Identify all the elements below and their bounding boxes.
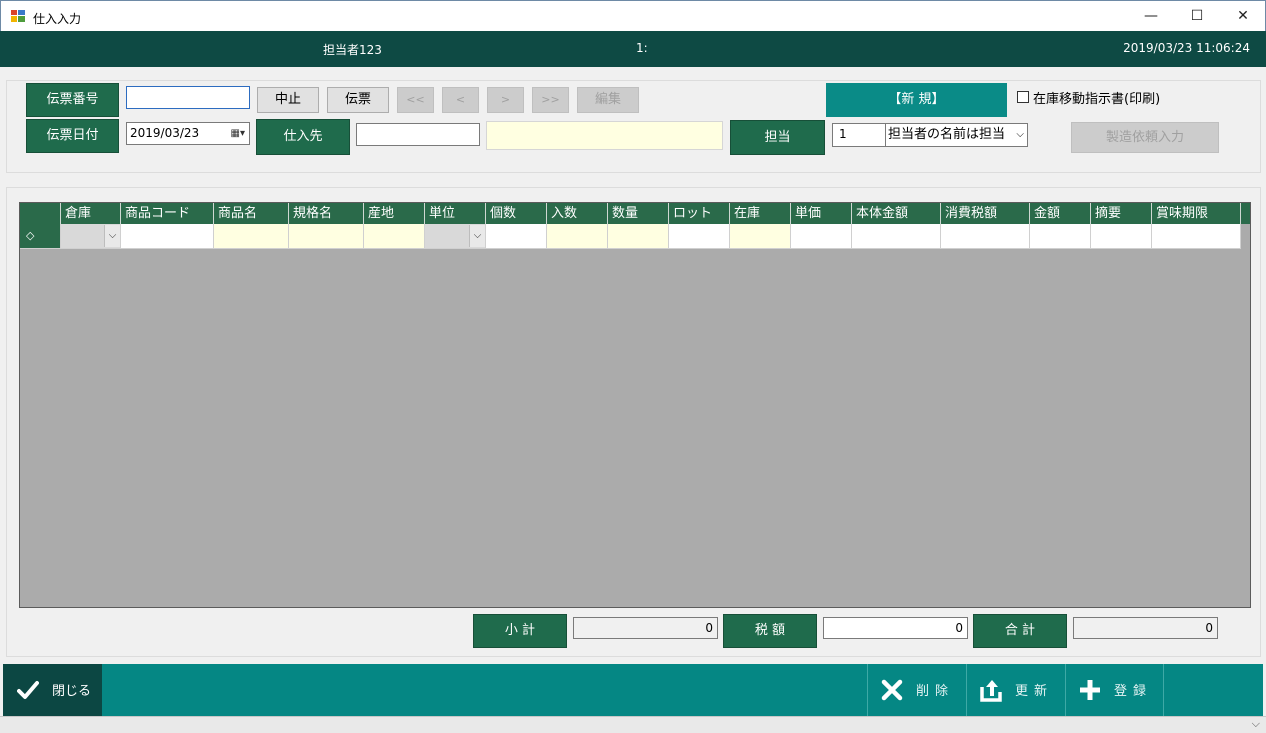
grid-col-memo[interactable]: 摘要 [1091, 203, 1152, 224]
app-icon [11, 10, 25, 22]
total-value: 0 [1073, 617, 1218, 639]
supplier-code-input[interactable] [356, 123, 480, 146]
minimize-button[interactable]: — [1128, 1, 1174, 32]
nav-next-button[interactable]: > [487, 87, 524, 113]
status-strip: ⌵ [0, 716, 1266, 733]
chevron-down-icon[interactable]: ⌵ [1252, 717, 1260, 731]
tax-value[interactable]: 0 [823, 617, 968, 639]
grid-col-origin[interactable]: 産地 [364, 203, 425, 224]
cell-per-case[interactable] [547, 224, 608, 249]
window-titlebar: 仕入入力 — ☐ ✕ [0, 0, 1266, 31]
cancel-button[interactable]: 中止 [257, 87, 319, 113]
header-bar: 担当者123 1: 2019/03/23 11:06:24 [0, 31, 1266, 67]
detail-grid[interactable]: 倉庫 商品コード 商品名 規格名 産地 単位 個数 入数 数量 ロット 在庫 単… [19, 202, 1251, 608]
grid-col-tax-amount[interactable]: 消費税額 [941, 203, 1030, 224]
supplier-name-field [486, 121, 723, 150]
cell-product-name[interactable] [214, 224, 289, 249]
transfer-checkbox-label: 在庫移動指示書(印刷) [1033, 92, 1161, 107]
supplier-label: 仕入先 [256, 119, 350, 155]
slip-date-label: 伝票日付 [26, 119, 119, 153]
cell-expiry[interactable] [1152, 224, 1241, 249]
cell-product-code[interactable] [121, 224, 214, 249]
register-button-label: 登録 [1114, 684, 1153, 699]
slip-date-picker[interactable]: 2019/03/23 ▦▾ [126, 122, 250, 145]
staff-label: 担当 [730, 120, 825, 155]
checkmark-icon [17, 681, 39, 699]
grid-header: 倉庫 商品コード 商品名 規格名 産地 単位 個数 入数 数量 ロット 在庫 単… [20, 203, 1250, 224]
user-label: 担当者123 [323, 43, 382, 57]
cell-pieces[interactable] [486, 224, 547, 249]
calendar-dropdown-icon[interactable]: ▦▾ [231, 123, 245, 144]
grid-col-product-code[interactable]: 商品コード [121, 203, 214, 224]
subtotal-label: 小 計 [473, 614, 567, 648]
nav-prev-button[interactable]: < [442, 87, 479, 113]
grid-col-stock[interactable]: 在庫 [730, 203, 791, 224]
slip-number-input[interactable] [126, 86, 250, 109]
maximize-button[interactable]: ☐ [1174, 1, 1220, 32]
cell-origin[interactable] [364, 224, 425, 249]
total-label: 合 計 [973, 614, 1067, 648]
update-arrow-icon [980, 680, 1002, 702]
action-bar: 閉じる 削除 更新 登録 [3, 664, 1263, 716]
cell-unit-price[interactable] [791, 224, 852, 249]
table-row[interactable]: ◇ ⌵ ⌵ [20, 224, 1250, 249]
cell-base-amount[interactable] [852, 224, 941, 249]
chevron-down-icon[interactable]: ⌵ [469, 225, 485, 247]
cell-warehouse[interactable]: ⌵ [61, 224, 121, 249]
grid-col-quantity[interactable]: 数量 [608, 203, 669, 224]
grid-col-expiry[interactable]: 賞味期限 [1152, 203, 1241, 224]
delete-button-label: 削除 [916, 684, 955, 699]
grid-col-unit[interactable]: 単位 [425, 203, 486, 224]
cell-lot[interactable] [669, 224, 730, 249]
register-button[interactable]: 登録 [1065, 664, 1164, 716]
cell-unit[interactable]: ⌵ [425, 224, 486, 249]
grid-col-amount[interactable]: 金額 [1030, 203, 1091, 224]
grid-col-base-amount[interactable]: 本体金額 [852, 203, 941, 224]
cell-spec-name[interactable] [289, 224, 364, 249]
grid-col-spec-name[interactable]: 規格名 [289, 203, 364, 224]
transfer-checkbox[interactable] [1017, 91, 1029, 103]
chevron-down-icon[interactable]: ⌵ [104, 225, 120, 247]
close-button[interactable]: 閉じる [3, 664, 102, 716]
cell-memo[interactable] [1091, 224, 1152, 249]
grid-col-row-header [20, 203, 61, 224]
slip-button[interactable]: 伝票 [327, 87, 389, 113]
subtotal-value: 0 [573, 617, 718, 639]
staff-code: 1 [839, 127, 847, 141]
grid-col-lot[interactable]: ロット [669, 203, 730, 224]
nav-last-button[interactable]: >> [532, 87, 569, 113]
close-window-button[interactable]: ✕ [1220, 1, 1266, 32]
grid-col-unit-price[interactable]: 単価 [791, 203, 852, 224]
grid-col-warehouse[interactable]: 倉庫 [61, 203, 121, 224]
cell-tax-amount[interactable] [941, 224, 1030, 249]
grid-col-per-case[interactable]: 入数 [547, 203, 608, 224]
update-button-label: 更新 [1015, 684, 1054, 699]
slip-number-label: 伝票番号 [26, 83, 119, 117]
manufacture-request-button[interactable]: 製造依頼入力 [1071, 122, 1219, 153]
plus-icon [1080, 680, 1100, 700]
update-button[interactable]: 更新 [966, 664, 1065, 716]
chevron-down-icon[interactable]: ⌵ [1016, 124, 1024, 145]
edit-button[interactable]: 編集 [577, 87, 639, 113]
delete-x-icon [881, 679, 903, 701]
delete-button[interactable]: 削除 [867, 664, 966, 716]
staff-name: 担当者の名前は担当 [888, 127, 1006, 142]
row-marker[interactable]: ◇ [20, 224, 61, 249]
datetime-label: 2019/03/23 11:06:24 [1123, 41, 1250, 55]
staff-select[interactable]: 1 担当者の名前は担当 ⌵ [832, 123, 1028, 147]
cell-stock[interactable] [730, 224, 791, 249]
cell-amount[interactable] [1030, 224, 1091, 249]
mode-badge: 【新 規】 [826, 83, 1007, 117]
slip-date-value: 2019/03/23 [130, 126, 200, 140]
close-button-label: 閉じる [52, 684, 92, 699]
nav-first-button[interactable]: << [397, 87, 434, 113]
cell-quantity[interactable] [608, 224, 669, 249]
page-indicator: 1: [636, 41, 648, 55]
tax-label: 税 額 [723, 614, 817, 648]
window-title: 仕入入力 [33, 12, 82, 26]
grid-col-product-name[interactable]: 商品名 [214, 203, 289, 224]
grid-col-pieces[interactable]: 個数 [486, 203, 547, 224]
